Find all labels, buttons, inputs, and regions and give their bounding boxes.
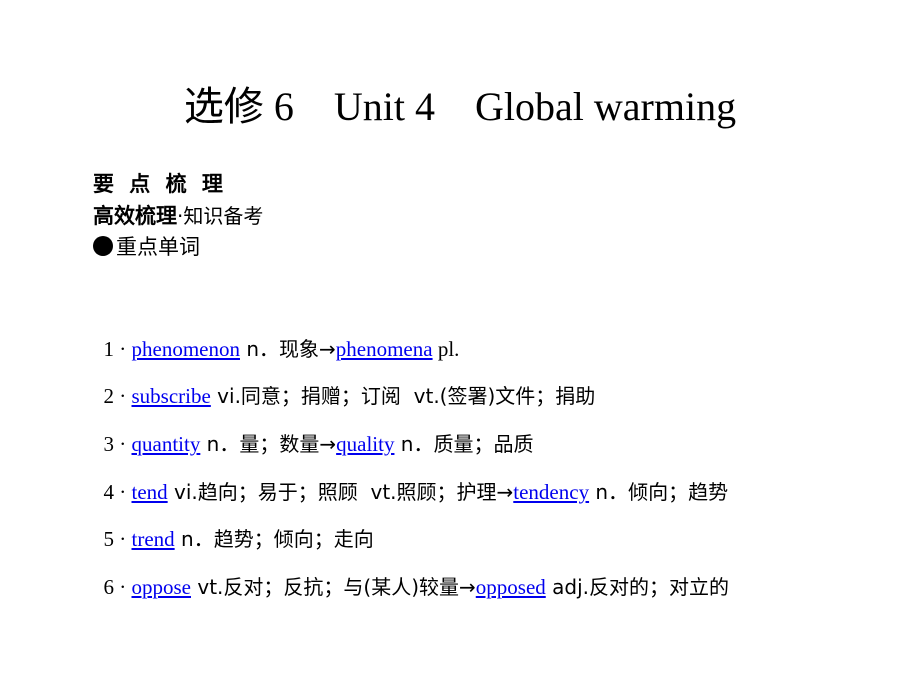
page-title: 选修 6 Unit 4 Global warming bbox=[183, 84, 737, 129]
derived-word-link[interactable]: opposed bbox=[476, 575, 546, 599]
subheading-rest: ·知识备考 bbox=[177, 204, 264, 228]
entry-tail: adj.反对的；对立的 bbox=[545, 575, 729, 599]
category-text: 重点单词 bbox=[116, 235, 200, 259]
section-subheading: 高效梳理·知识备考 bbox=[93, 202, 263, 230]
category-label: 重点单词 bbox=[93, 233, 200, 261]
subheading-bold: 高效梳理 bbox=[93, 204, 177, 228]
vocab-entry: 6 · oppose vt.反对；反抗；与(某人)较量→opposed adj.… bbox=[93, 545, 730, 601]
word-link[interactable]: oppose bbox=[132, 575, 192, 599]
derived-word-link[interactable]: tendency bbox=[513, 480, 589, 504]
entry-number: 6 · bbox=[103, 575, 132, 599]
entry-definition: vt.反对；反抗；与(某人)较量→ bbox=[191, 575, 476, 599]
entry-tail: n．倾向；趋势 bbox=[589, 480, 729, 504]
section-heading: 要 点 梳 理 bbox=[93, 172, 227, 196]
bullet-icon bbox=[93, 236, 113, 256]
